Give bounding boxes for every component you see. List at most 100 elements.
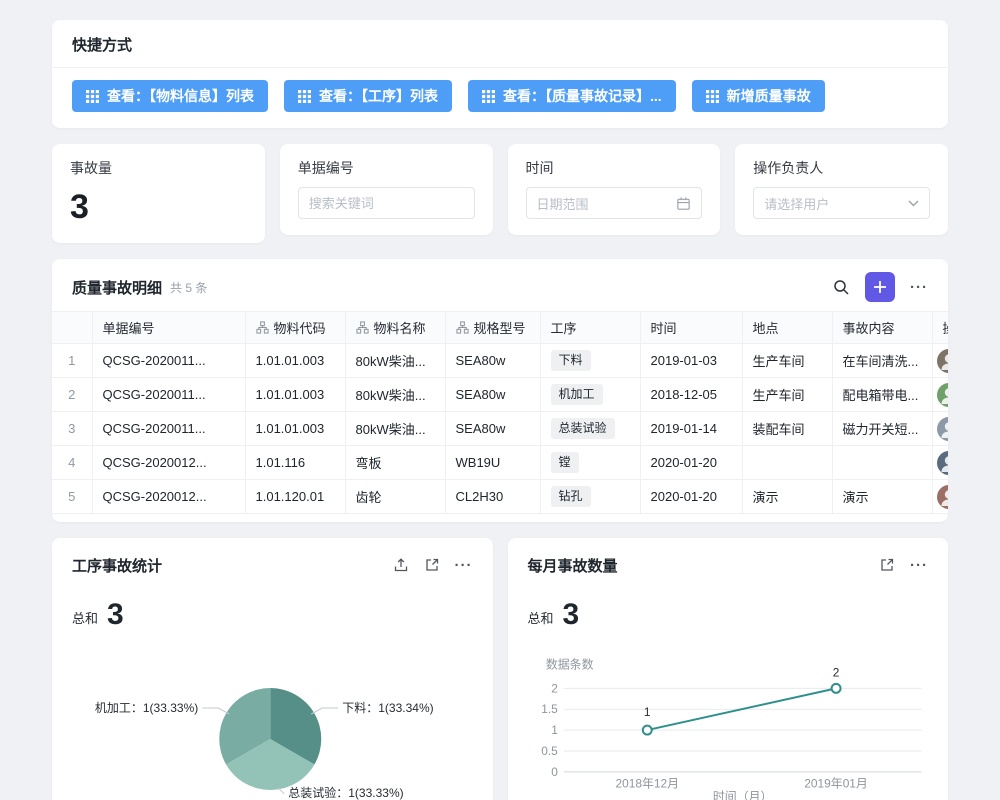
table-count: 共 5 条 <box>170 279 207 296</box>
export-icon[interactable] <box>393 557 409 573</box>
cell-location: 装配车间 <box>742 412 832 446</box>
charts-row: 工序事故统计 ··· 总和 3 <box>52 538 948 800</box>
cell-spec: SEA80w <box>445 344 540 378</box>
incident-count-value: 3 <box>70 187 247 227</box>
incident-detail-card: 质量事故明细 共 5 条 ··· <box>52 259 948 522</box>
monthly-total: 总和 3 <box>528 596 929 632</box>
cell-time: 2019-01-03 <box>640 344 742 378</box>
relation-icon <box>456 321 469 334</box>
operator-label: 操作负责人 <box>753 158 930 178</box>
cell-content <box>832 446 932 480</box>
y-tick: 1 <box>551 723 558 737</box>
cell-location: 演示 <box>742 480 832 514</box>
cell-spec: SEA80w <box>445 412 540 446</box>
operator-avatar <box>937 383 949 407</box>
shortcut-add-incident-button[interactable]: 新增质量事故 <box>692 80 825 112</box>
cell-location: 生产车间 <box>742 344 832 378</box>
grid-icon <box>482 90 495 103</box>
add-record-button[interactable] <box>865 272 895 302</box>
cell-spec: WB19U <box>445 446 540 480</box>
open-in-new-icon[interactable] <box>424 557 440 573</box>
cell-time: 2019-01-14 <box>640 412 742 446</box>
operator-avatar <box>937 349 949 373</box>
shortcut-label: 查看：【工序】列表 <box>319 86 438 106</box>
relation-icon <box>356 321 369 334</box>
shortcut-view-incident-records-button[interactable]: 查看：【质量事故记录】... <box>468 80 676 112</box>
shortcut-label: 查看：【质量事故记录】... <box>503 86 662 106</box>
more-options-icon[interactable]: ··· <box>910 280 928 295</box>
shortcuts-card: 快捷方式 查看：【物料信息】列表 查看：【工序】列表 查看：【质量事故记录】..… <box>52 20 948 128</box>
cell-material-code: 1.01.01.003 <box>245 378 345 412</box>
cell-material-code: 1.01.120.01 <box>245 480 345 514</box>
col-location: 地点 <box>742 312 832 344</box>
date-range-placeholder: 日期范围 <box>537 194 589 213</box>
point-value-label: 1 <box>643 705 650 719</box>
cell-doc-no: QCSG-2020011... <box>92 378 245 412</box>
operator-select[interactable]: 请选择用户 <box>753 187 930 219</box>
table-row[interactable]: 4 QCSG-2020012... 1.01.116 弯板 WB19U 镗 20… <box>52 446 948 480</box>
search-icon[interactable] <box>832 278 850 296</box>
x-tick: 2019年01月 <box>804 777 868 791</box>
row-index: 2 <box>52 378 92 412</box>
time-filter-card: 时间 日期范围 <box>508 144 721 235</box>
col-doc-no: 单据编号 <box>92 312 245 344</box>
cell-material-name: 弯板 <box>345 446 445 480</box>
date-range-input[interactable]: 日期范围 <box>526 187 703 219</box>
col-spec: 规格型号 <box>445 312 540 344</box>
process-tag: 钻孔 <box>551 486 591 506</box>
pie-leader-bottom <box>278 788 284 794</box>
table-title: 质量事故明细 <box>72 277 162 298</box>
data-point[interactable] <box>831 684 840 693</box>
operator-placeholder: 请选择用户 <box>764 194 829 213</box>
row-index: 3 <box>52 412 92 446</box>
table-actions: ··· <box>832 272 928 302</box>
cell-time: 2020-01-20 <box>640 446 742 480</box>
operator-avatar <box>937 485 949 509</box>
cell-process: 钻孔 <box>540 480 640 514</box>
row-index: 1 <box>52 344 92 378</box>
plus-icon <box>873 280 887 294</box>
shortcuts-row: 查看：【物料信息】列表 查看：【工序】列表 查看：【质量事故记录】... 新增质… <box>52 68 948 128</box>
cell-spec: CL2H30 <box>445 480 540 514</box>
operator-filter-card: 操作负责人 请选择用户 <box>735 144 948 235</box>
monthly-chart-title: 每月事故数量 <box>528 555 618 576</box>
cell-content: 配电箱带电... <box>832 378 932 412</box>
more-options-icon[interactable]: ··· <box>455 558 473 573</box>
cell-time: 2020-01-20 <box>640 480 742 514</box>
col-content: 事故内容 <box>832 312 932 344</box>
pie-label-jijiagong: 机加工：1(33.33%) <box>95 701 198 715</box>
cell-material-name: 齿轮 <box>345 480 445 514</box>
table-header-row: 单据编号 物料代码 物料名称 规格型号 工序 时间 地点 <box>52 312 948 344</box>
cell-spec: SEA80w <box>445 378 540 412</box>
time-label: 时间 <box>526 158 703 178</box>
shortcut-view-process-list-button[interactable]: 查看：【工序】列表 <box>284 80 452 112</box>
monthly-count-card: 每月事故数量 ··· 总和 3 数据条数 2 1 <box>508 538 949 800</box>
doc-number-filter-card: 单据编号 <box>280 144 493 235</box>
cell-time: 2018-12-05 <box>640 378 742 412</box>
incident-count-card: 事故量 3 <box>52 144 265 243</box>
y-tick: 0 <box>551 765 558 779</box>
more-options-icon[interactable]: ··· <box>910 558 928 573</box>
data-point[interactable] <box>642 726 651 735</box>
cell-material-code: 1.01.01.003 <box>245 344 345 378</box>
col-process: 工序 <box>540 312 640 344</box>
table-row[interactable]: 5 QCSG-2020012... 1.01.120.01 齿轮 CL2H30 … <box>52 480 948 514</box>
shortcut-view-material-list-button[interactable]: 查看：【物料信息】列表 <box>72 80 268 112</box>
doc-number-search-input[interactable] <box>298 187 475 219</box>
process-tag: 下料 <box>551 350 591 370</box>
cell-doc-no: QCSG-2020012... <box>92 446 245 480</box>
table-row[interactable]: 3 QCSG-2020011... 1.01.01.003 80kW柴油... … <box>52 412 948 446</box>
operator-avatar <box>937 451 949 475</box>
cell-process: 机加工 <box>540 378 640 412</box>
process-chart-title: 工序事故统计 <box>72 555 162 576</box>
table-row[interactable]: 1 QCSG-2020011... 1.01.01.003 80kW柴油... … <box>52 344 948 378</box>
cell-process: 镗 <box>540 446 640 480</box>
row-index: 5 <box>52 480 92 514</box>
chevron-down-icon <box>908 200 919 207</box>
col-index <box>52 312 92 344</box>
pie-label-xialiao: 下料：1(33.34%) <box>342 701 433 715</box>
open-in-new-icon[interactable] <box>879 557 895 573</box>
pie-label-zongzhuang: 总装试验：1(33.33%) <box>288 785 403 800</box>
grid-icon <box>298 90 311 103</box>
table-row[interactable]: 2 QCSG-2020011... 1.01.01.003 80kW柴油... … <box>52 378 948 412</box>
